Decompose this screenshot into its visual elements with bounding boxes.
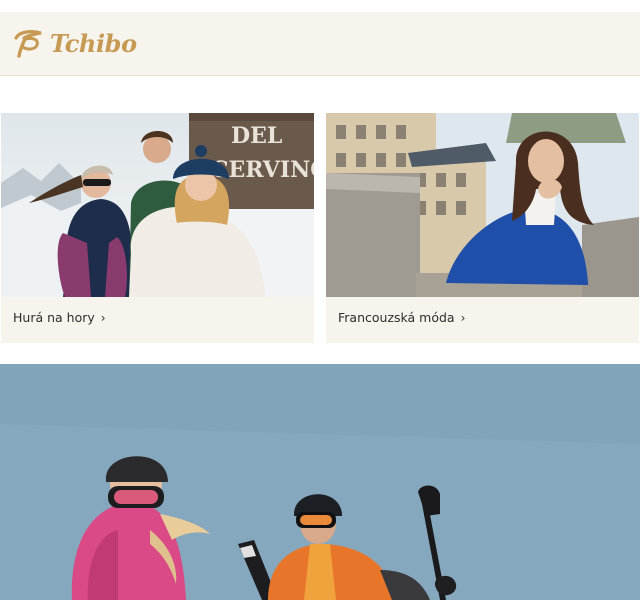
tchibo-cup-icon: [14, 30, 42, 58]
sign-del: DEL: [231, 123, 282, 149]
tchibo-logo-link[interactable]: Tchibo: [12, 24, 137, 64]
teaser-card-mountains[interactable]: DEL CERVINO Hurá na hory ›: [1, 113, 314, 343]
paris-photo: [326, 113, 639, 297]
teaser-label-french-fashion: Francouzská móda: [338, 310, 455, 325]
teaser-image-french-fashion: [326, 113, 639, 297]
mountain-photo: DEL CERVINO: [1, 113, 314, 297]
top-strip: [0, 0, 640, 12]
site-header: Tchibo: [0, 12, 640, 76]
teaser-image-mountains: DEL CERVINO: [1, 113, 314, 297]
hero-banner-ski[interactable]: [0, 364, 640, 600]
teaser-label-mountains: Hurá na hory: [13, 310, 95, 325]
ski-photo: [0, 364, 640, 600]
page: Tchibo DEL CERVINO: [0, 0, 640, 600]
chevron-right-icon: ›: [100, 311, 106, 325]
brand-wordmark: Tchibo: [50, 29, 137, 58]
teaser-card-french-fashion[interactable]: Francouzská móda ›: [326, 113, 639, 343]
teaser-caption-french-fashion: Francouzská móda ›: [338, 310, 465, 325]
teaser-caption-mountains: Hurá na hory ›: [13, 310, 106, 325]
chevron-right-icon: ›: [460, 311, 466, 325]
